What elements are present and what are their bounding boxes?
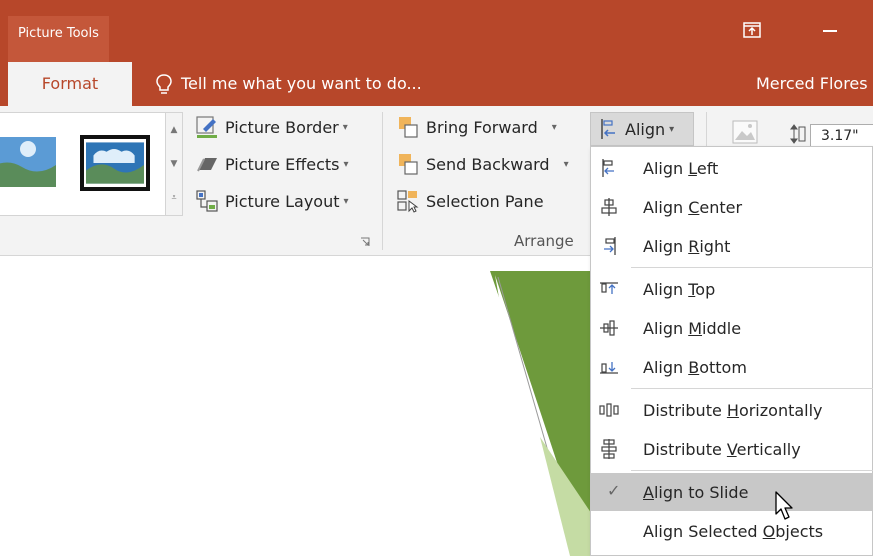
menu-item-align-to-slide[interactable]: ✓ Align to Slide [591, 473, 873, 511]
group-separator [382, 112, 383, 250]
picture-styles-gallery[interactable] [0, 112, 166, 216]
restore-icon[interactable] [741, 20, 763, 40]
ribbon-tab-row: Format Tell me what you want to do... Me… [0, 62, 873, 106]
user-name[interactable]: Merced Flores [756, 62, 868, 106]
distribute-horizontally-icon [599, 403, 619, 417]
menu-item-label: Align to Slide [643, 482, 749, 502]
height-input[interactable]: 3.17" [810, 124, 873, 148]
chevron-down-icon: ▾ [551, 121, 557, 133]
dialog-launcher-icon[interactable] [360, 237, 370, 247]
picture-layout-label: Picture Layout [225, 191, 340, 211]
send-backward-icon [399, 154, 418, 175]
picture-effects-button[interactable]: Picture Effects ▾ [195, 149, 349, 179]
menu-item-label: Align Right [643, 236, 731, 256]
picture-border-label: Picture Border [225, 117, 339, 137]
menu-item-align-right[interactable]: Align Right [591, 227, 873, 265]
chevron-down-icon: ▾ [343, 195, 349, 207]
picture-border-button[interactable]: Picture Border ▾ [195, 112, 348, 142]
menu-item-label: Align Selected Objects [643, 521, 824, 541]
menu-item-align-center[interactable]: Align Center [591, 188, 873, 226]
menu-item-align-top[interactable]: Align Top [591, 270, 873, 308]
align-left-icon [602, 159, 614, 177]
picture-layout-icon [196, 190, 218, 212]
bring-forward-icon [399, 117, 418, 138]
menu-item-label: Align Left [643, 158, 719, 178]
picture-layout-button[interactable]: Picture Layout ▾ [195, 186, 349, 216]
picture-style-thumbnail-selected[interactable] [80, 135, 150, 191]
menu-item-align-left[interactable]: Align Left [591, 149, 873, 187]
shape-height-icon [790, 124, 806, 144]
menu-item-label: Align Top [643, 279, 716, 299]
picture-effects-label: Picture Effects [225, 154, 340, 174]
bulb-icon [156, 74, 172, 94]
cursor-icon [775, 491, 793, 520]
gallery-up-icon[interactable]: ▲ [166, 113, 182, 147]
menu-item-label: Distribute Horizontally [643, 400, 823, 420]
gallery-more-icon[interactable]: ⩡ [166, 181, 182, 215]
bring-forward-label: Bring Forward [426, 117, 538, 137]
selection-pane-button[interactable]: Selection Pane [396, 186, 544, 216]
gallery-down-icon[interactable]: ▼ [166, 147, 182, 181]
tell-me-label: Tell me what you want to do... [181, 74, 422, 93]
align-icon [601, 119, 615, 139]
menu-item-align-selected-objects[interactable]: Align Selected Objects [591, 512, 873, 550]
menu-item-distribute-horizontally[interactable]: Distribute Horizontally [591, 391, 873, 429]
align-right-icon [604, 237, 616, 255]
align-label: Align [625, 119, 666, 139]
arrange-group-label: Arrange [514, 232, 574, 250]
bring-forward-button[interactable]: Bring Forward ▾ [396, 112, 557, 142]
picture-effects-icon [197, 158, 217, 172]
menu-item-distribute-vertically[interactable]: Distribute Vertically [591, 430, 873, 468]
menu-item-label: Align Middle [643, 318, 742, 338]
menu-item-label: Align Bottom [643, 357, 747, 377]
align-middle-icon [600, 320, 618, 336]
align-dropdown-menu: Align Left Align Center Align Right Alig… [590, 146, 873, 556]
picture-tools-tab: Picture Tools [8, 16, 109, 62]
send-backward-button[interactable]: Send Backward ▾ [396, 149, 569, 179]
picture-border-icon [196, 116, 217, 138]
gallery-scroll[interactable]: ▲ ▼ ⩡ [166, 112, 183, 216]
chevron-down-icon: ▾ [669, 123, 675, 135]
menu-item-align-bottom[interactable]: Align Bottom [591, 348, 873, 386]
menu-item-align-middle[interactable]: Align Middle [591, 309, 873, 347]
chevron-down-icon: ▾ [343, 158, 349, 170]
title-bar: Picture Tools [0, 0, 873, 62]
selection-pane-icon [397, 190, 419, 213]
menu-separator [631, 267, 873, 268]
menu-separator [631, 470, 873, 471]
minimize-icon[interactable] [823, 30, 837, 32]
align-center-icon [601, 198, 617, 216]
chevron-down-icon: ▾ [563, 158, 569, 170]
tab-format[interactable]: Format [8, 62, 132, 106]
tell-me-search[interactable]: Tell me what you want to do... [155, 62, 422, 106]
align-bottom-icon [600, 362, 618, 374]
crop-picture-icon[interactable] [732, 120, 758, 144]
selection-pane-label: Selection Pane [426, 191, 544, 211]
align-top-icon [600, 282, 618, 294]
align-button[interactable]: Align ▾ [590, 112, 694, 146]
menu-item-label: Align Center [643, 197, 743, 217]
picture-style-thumbnail[interactable] [0, 137, 56, 187]
menu-separator [631, 388, 873, 389]
send-backward-label: Send Backward [426, 154, 550, 174]
chevron-down-icon: ▾ [342, 121, 348, 133]
menu-item-label: Distribute Vertically [643, 439, 801, 459]
check-icon: ✓ [607, 481, 621, 500]
distribute-vertically-icon [601, 439, 617, 459]
